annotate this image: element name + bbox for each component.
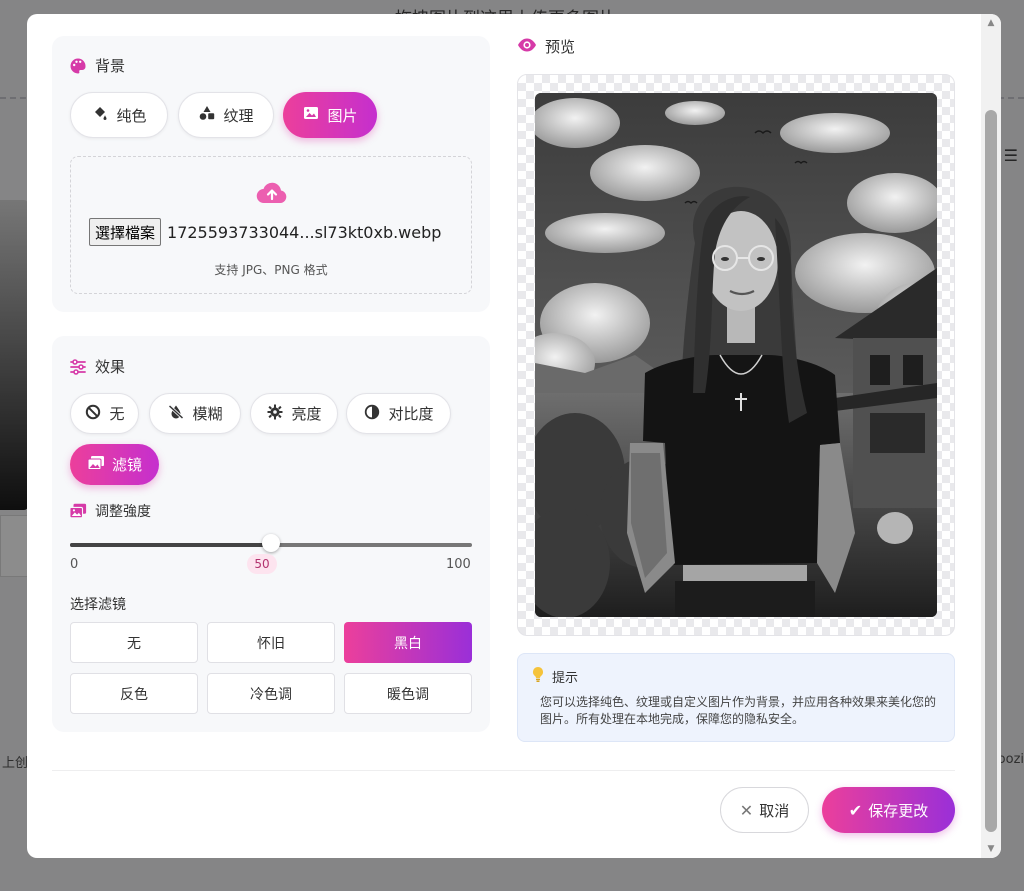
footer-divider	[52, 770, 955, 771]
background-editor-modal: ▲ ▼ 背景 纯色 纹理 图片 選擇檔案 1725593733044...sl7…	[27, 14, 1001, 858]
filter-select-label: 选择滤镜	[70, 597, 126, 613]
tip-label: 提示	[552, 671, 579, 686]
filter-option-cool[interactable]: 冷色调	[207, 673, 335, 714]
check-icon: ✔	[848, 800, 863, 820]
modal-scrollbar[interactable]: ▲ ▼	[981, 14, 1001, 858]
paint-bucket-icon	[91, 105, 109, 125]
intensity-slider-fill	[70, 543, 271, 547]
sliders-icon	[69, 358, 87, 376]
save-button-label: 保存更改	[868, 801, 929, 820]
effect-brightness-label: 亮度	[291, 405, 322, 423]
eye-icon	[517, 37, 537, 57]
preview-image	[535, 93, 937, 617]
cancel-button[interactable]: ✕ 取消	[720, 787, 809, 833]
tab-solid-color[interactable]: 纯色	[70, 92, 168, 138]
effect-none[interactable]: 无	[70, 393, 139, 434]
droplet-slash-icon	[167, 404, 185, 424]
tip-title: 提示	[532, 666, 578, 687]
effects-section-title: 效果	[69, 356, 125, 377]
filter-select-title: 选择滤镜	[70, 594, 126, 614]
preview-title: 预览	[517, 36, 575, 57]
effect-brightness[interactable]: 亮度	[250, 393, 338, 434]
tab-texture[interactable]: 纹理	[178, 92, 274, 138]
shapes-icon	[198, 105, 216, 125]
filter-option-invert[interactable]: 反色	[70, 673, 198, 714]
filter-option-grayscale[interactable]: 黑白	[344, 622, 472, 663]
lightbulb-icon	[532, 666, 544, 687]
palette-icon	[69, 57, 87, 75]
effect-filter[interactable]: 滤镜	[70, 444, 159, 485]
images-icon	[69, 502, 87, 520]
tab-image[interactable]: 图片	[283, 92, 377, 138]
image-icon	[302, 105, 320, 125]
scroll-down-arrow-icon[interactable]: ▼	[985, 844, 997, 854]
background-section-title: 背景	[69, 55, 125, 76]
supported-formats-hint: 支持 JPG、PNG 格式	[214, 263, 328, 277]
intensity-max-label: 100	[446, 557, 471, 572]
intensity-min-label: 0	[70, 557, 79, 572]
file-input-row: 選擇檔案 1725593733044...sl73kt0xb.webp	[89, 218, 441, 246]
ban-icon	[84, 404, 102, 424]
contrast-icon	[363, 404, 381, 424]
tip-box: 提示 您可以选择纯色、纹理或自定义图片作为背景，并应用各种效果来美化您的图片。所…	[517, 653, 955, 742]
selected-file-name: 1725593733044...sl73kt0xb.webp	[167, 222, 442, 242]
gear-icon	[266, 404, 284, 424]
intensity-label: 调整強度	[95, 504, 151, 520]
intensity-title: 调整強度	[69, 501, 151, 521]
effect-blur[interactable]: 模糊	[149, 393, 241, 434]
effect-filter-label: 滤镜	[111, 456, 142, 474]
effect-contrast[interactable]: 对比度	[346, 393, 451, 434]
scroll-up-arrow-icon[interactable]: ▲	[985, 18, 997, 28]
images-icon	[87, 455, 105, 475]
scrollbar-thumb[interactable]	[985, 110, 997, 832]
close-icon: ✕	[739, 800, 754, 820]
tip-text: 您可以选择纯色、纹理或自定义图片作为背景，并应用各种效果来美化您的图片。所有处理…	[540, 695, 937, 726]
effect-contrast-label: 对比度	[388, 405, 434, 423]
intensity-value-badge: 50	[247, 554, 277, 574]
filter-option-none[interactable]: 无	[70, 622, 198, 663]
background-panel: 背景 纯色 纹理 图片 選擇檔案 1725593733044...sl73kt0…	[52, 36, 490, 312]
tab-solid-color-label: 纯色	[116, 106, 147, 125]
effect-blur-label: 模糊	[192, 405, 223, 423]
intensity-slider-thumb[interactable]	[262, 534, 280, 552]
filter-option-vintage[interactable]: 怀旧	[207, 622, 335, 663]
cloud-upload-icon	[256, 181, 288, 205]
tab-image-label: 图片	[327, 106, 358, 125]
choose-file-button[interactable]: 選擇檔案	[89, 218, 162, 246]
effect-none-label: 无	[109, 405, 125, 423]
filter-option-warm[interactable]: 暖色调	[344, 673, 472, 714]
effects-section-label: 效果	[95, 358, 126, 376]
preview-frame	[517, 74, 955, 636]
cancel-button-label: 取消	[759, 801, 790, 820]
image-upload-dropzone[interactable]: 選擇檔案 1725593733044...sl73kt0xb.webp 支持 J…	[70, 156, 472, 294]
save-changes-button[interactable]: ✔ 保存更改	[822, 787, 955, 833]
tab-texture-label: 纹理	[223, 106, 254, 125]
preview-label: 预览	[545, 38, 576, 56]
effects-panel: 效果 无 模糊 亮度 对比度 滤镜 调整強度 50 0 100 选择滤镜 无 怀…	[52, 336, 490, 732]
background-section-label: 背景	[95, 57, 126, 75]
